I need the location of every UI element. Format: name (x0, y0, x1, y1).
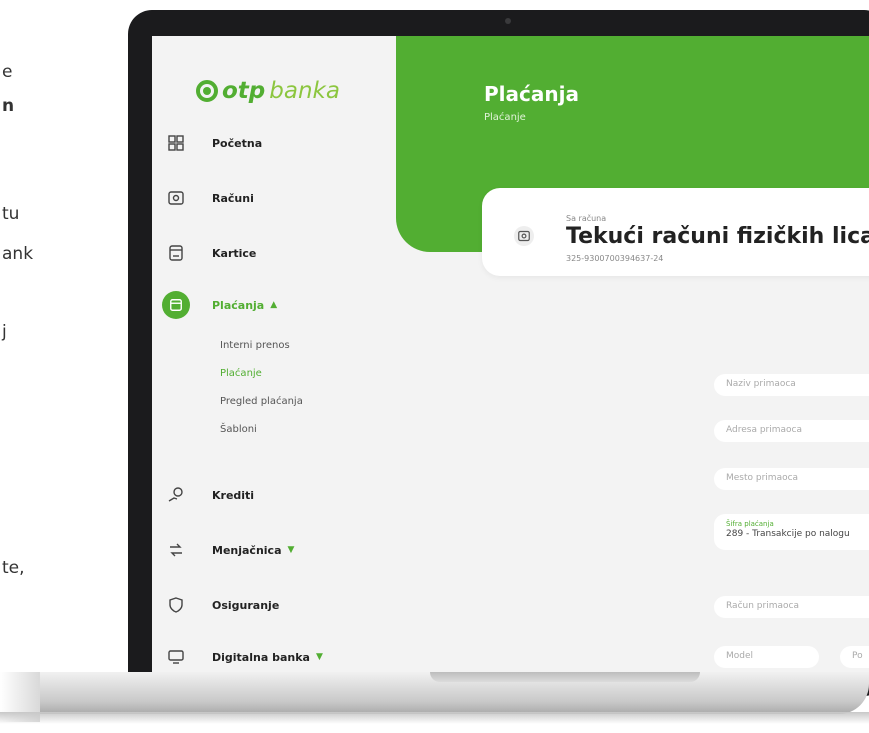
sidebar-item-label: Kartice (212, 246, 257, 260)
sidebar-subitem-payment[interactable]: Plaćanje (220, 368, 262, 379)
sidebar-item-loans[interactable]: Krediti (166, 482, 254, 508)
laptop-base (0, 672, 869, 714)
exchange-icon (166, 540, 186, 560)
sidebar-item-label: Menjačnica (212, 543, 282, 557)
background-text: e n tu ank j te, (0, 0, 140, 733)
text-fragment: ank (2, 244, 34, 264)
card-icon (166, 243, 186, 263)
grid-icon (166, 133, 186, 153)
monitor-icon (166, 647, 186, 667)
recipient-account-input[interactable]: Račun primaoca (714, 596, 869, 618)
account-card-label: Sa računa (566, 214, 607, 223)
recipient-place-input[interactable]: Mesto primaoca (714, 468, 869, 490)
text-fragment: j (2, 322, 7, 342)
sidebar-subitem-payment-overview[interactable]: Pregled plaćanja (220, 396, 303, 407)
sidebar-item-payments[interactable]: Plaćanja ▲ (162, 291, 277, 319)
text-fragment: te, (2, 558, 25, 578)
recipient-name-input[interactable]: Naziv primaoca (714, 374, 869, 396)
sidebar-item-label: Krediti (212, 488, 255, 502)
model-input[interactable]: Model (714, 646, 819, 668)
sidebar-item-label: Plaćanja (212, 298, 265, 312)
sidebar-item-exchange[interactable]: Menjačnica ▼ (166, 537, 294, 563)
sidebar-item-insurance[interactable]: Osiguranje (166, 592, 279, 618)
page-subtitle: Plaćanje (484, 112, 526, 123)
logo-icon (196, 80, 218, 102)
sidebar-item-label: Digitalna banka (212, 650, 310, 664)
logo-text-primary: otp (222, 78, 266, 104)
text-fragment: tu (2, 204, 20, 224)
coins-icon (166, 485, 186, 505)
recipient-address-input[interactable]: Adresa primaoca (714, 420, 869, 442)
laptop-shadow (0, 712, 869, 724)
payment-code-value: 289 - Transakcije po nalogu (726, 529, 850, 539)
text-fragment: n (2, 96, 15, 116)
otp-logo[interactable]: otp banka (196, 78, 340, 104)
sidebar-item-digital-bank[interactable]: Digitalna banka ▼ (166, 644, 323, 670)
sidebar-item-label: Računi (212, 191, 254, 205)
shield-icon (166, 595, 186, 615)
sidebar-subitem-templates[interactable]: Šabloni (220, 424, 257, 435)
payment-icon (162, 291, 190, 319)
camera-icon (505, 18, 511, 24)
payment-code-label: Šifra plaćanja (726, 520, 774, 528)
chevron-down-icon[interactable]: ▼ (288, 545, 295, 555)
laptop-notch (430, 672, 700, 682)
wallet-icon (514, 226, 534, 246)
sidebar-item-accounts[interactable]: Računi (166, 185, 254, 211)
wallet-icon (166, 188, 186, 208)
account-card[interactable]: Sa računa Tekući računi fizičkih lica u … (482, 188, 869, 276)
sidebar: otp banka Početna Računi Kartice Plaćanj… (152, 36, 396, 674)
account-number: 325-9300700394637-24 (566, 254, 664, 263)
laptop-frame: otp banka Početna Računi Kartice Plaćanj… (128, 10, 869, 696)
reference-input[interactable]: Po (840, 646, 869, 668)
screen: otp banka Početna Računi Kartice Plaćanj… (152, 36, 869, 674)
chevron-down-icon[interactable]: ▼ (316, 652, 323, 662)
payment-code-select[interactable]: Šifra plaćanja 289 - Transakcije po nalo… (714, 514, 869, 550)
sidebar-item-home[interactable]: Početna (166, 130, 262, 156)
chevron-up-icon[interactable]: ▲ (270, 300, 277, 310)
logo-text-secondary: banka (269, 78, 340, 104)
text-fragment: e (2, 62, 13, 82)
account-name: Tekući računi fizičkih lica u (566, 224, 869, 249)
sidebar-item-label: Početna (212, 136, 263, 150)
sidebar-item-label: Osiguranje (212, 598, 280, 612)
page-title: Plaćanja (484, 82, 579, 106)
sidebar-item-cards[interactable]: Kartice (166, 240, 256, 266)
sidebar-subitem-internal-transfer[interactable]: Interni prenos (220, 340, 290, 351)
